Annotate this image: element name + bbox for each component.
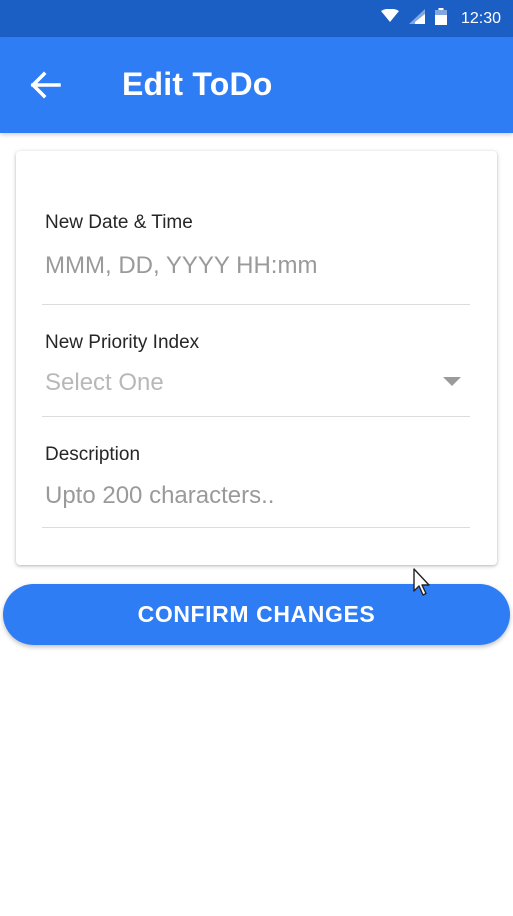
battery-icon bbox=[434, 7, 447, 30]
description-label: Description bbox=[45, 444, 141, 465]
date-time-label: New Date & Time bbox=[45, 212, 193, 233]
priority-field[interactable] bbox=[42, 304, 470, 417]
mouse-cursor-icon bbox=[412, 568, 434, 598]
caret-down-icon[interactable] bbox=[443, 377, 461, 386]
priority-label: New Priority Index bbox=[45, 332, 200, 353]
priority-select[interactable]: Select One bbox=[45, 369, 164, 397]
status-time: 12:30 bbox=[460, 9, 501, 27]
description-field[interactable] bbox=[42, 416, 470, 528]
status-bar: 12:30 bbox=[0, 0, 513, 37]
description-input[interactable]: Upto 200 characters.. bbox=[45, 482, 274, 510]
cell-signal-icon bbox=[408, 8, 425, 29]
arrow-left-icon bbox=[30, 71, 62, 104]
page-title: Edit ToDo bbox=[122, 66, 273, 102]
date-time-input[interactable]: MMM, DD, YYYY HH:mm bbox=[45, 252, 317, 280]
status-icons: 12:30 bbox=[380, 0, 501, 37]
app-bar: Edit ToDo bbox=[0, 37, 513, 133]
back-button[interactable] bbox=[22, 63, 70, 111]
edit-form-card: New Date & Time MMM, DD, YYYY HH:mm New … bbox=[16, 151, 497, 565]
wifi-icon bbox=[380, 8, 399, 28]
